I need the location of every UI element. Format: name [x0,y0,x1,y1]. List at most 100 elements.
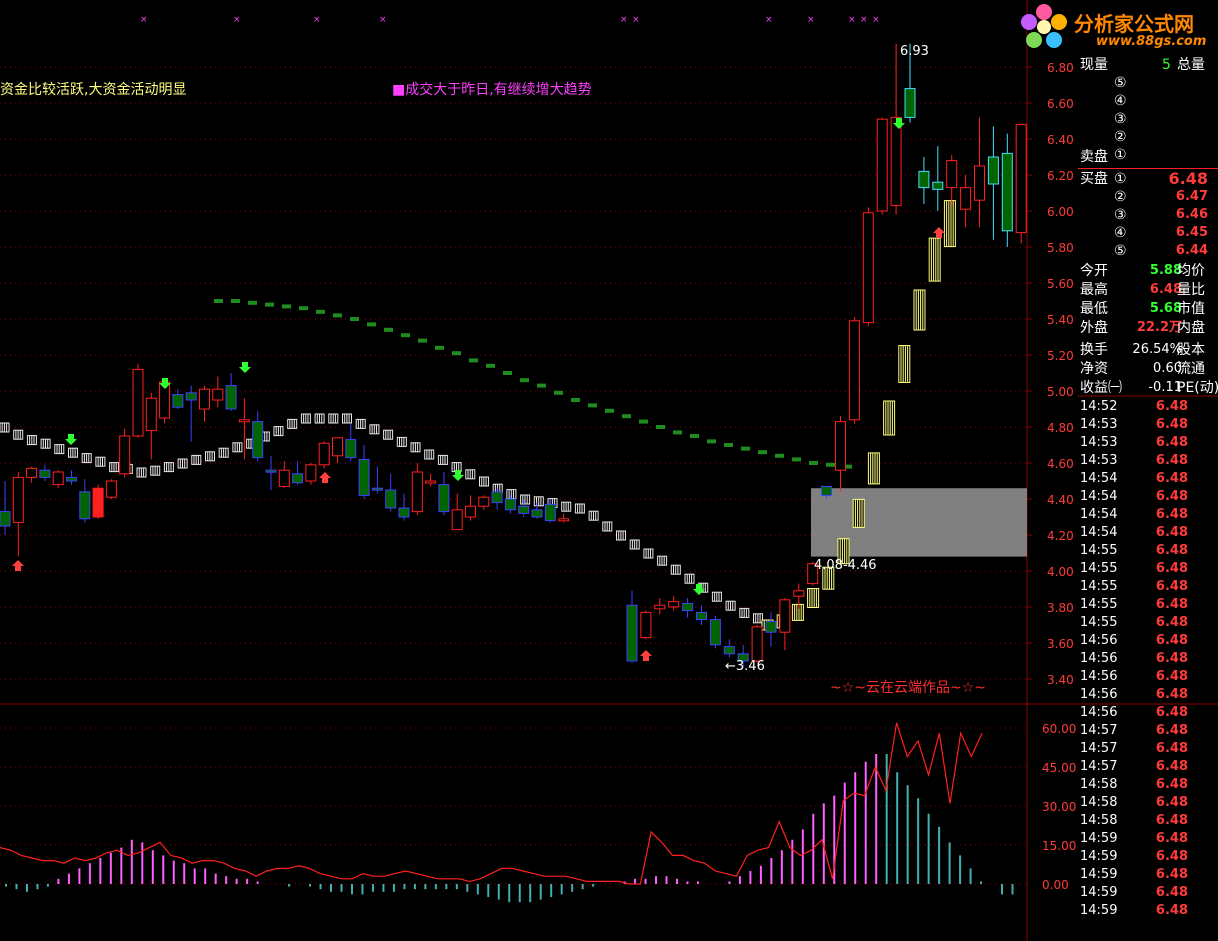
avg-yellow-step [943,200,956,248]
candle-body [398,507,410,518]
sell-level-row: ⑤ [1078,74,1218,92]
ma-green-dash [418,338,427,343]
trade-row: 14:59 6.48 [1078,848,1218,866]
stat-label-2: 量比 [1177,282,1205,298]
trade-time: 14:55 [1080,597,1118,612]
candle-body [544,503,556,522]
ma-green-dash [214,299,223,303]
trade-price: 6.48 [1155,543,1188,558]
sell-level-row: ④ [1078,92,1218,110]
stat-label: 今开 [1080,263,1108,279]
trade-time: 14:58 [1080,777,1118,792]
trade-price: 6.48 [1155,849,1188,864]
candle-body [358,458,370,496]
stat-row: 收益㈠ -0.11 PE(动) [1078,379,1218,397]
candle-body [478,496,490,507]
stat-label-2: 内盘 [1177,320,1205,336]
trade-row: 14:56 6.48 [1078,686,1218,704]
ma-green-dash [809,461,818,465]
buy-level-index: ② [1114,189,1127,205]
ma-green-dash [231,299,240,303]
trade-time: 14:55 [1080,561,1118,576]
trade-row: 14:53 6.48 [1078,434,1218,452]
avg-yellow-step [928,237,941,282]
trade-time: 14:58 [1080,813,1118,828]
logo-url: www.88gs.com [1096,34,1207,49]
candle-body [491,491,503,504]
indicator-tick-label: 30.00 [1042,800,1076,814]
trade-time: 14:57 [1080,741,1118,756]
ma-green-dash [452,351,461,356]
candle-body [199,388,210,410]
trade-price: 6.48 [1155,687,1188,702]
sell-level-row: ③ [1078,110,1218,128]
ma-green-dash [758,450,767,455]
trade-price: 6.48 [1155,579,1188,594]
ma-green-dash [248,300,257,305]
top-x-marker-icon: × [140,15,148,25]
candle-body [451,509,463,531]
candle-body [172,394,184,408]
buy-level-price: 6.44 [1175,243,1208,258]
trade-price: 6.48 [1155,633,1188,648]
trade-row: 14:55 6.48 [1078,596,1218,614]
ma-green-dash [775,453,784,458]
sell-level-index: ⑤ [1114,75,1127,91]
ma-green-dash [401,333,410,338]
buy-signal-down-arrow-icon [65,434,77,445]
ma-green-dash [673,430,682,435]
annotation-left: 资金比较活跃,大资金活动明显 [0,82,187,98]
candle-body [904,88,916,118]
buy-signal-down-arrow-icon [239,362,251,373]
ma-green-dash [554,390,563,395]
price-tick-label: 4.40 [1047,493,1074,507]
trade-price: 6.48 [1155,777,1188,792]
avg-yellow-step [807,588,820,608]
candle-body [132,368,144,437]
candle-body [682,602,694,612]
ma-green-dash [639,419,648,424]
top-x-marker-icon: × [807,15,815,25]
top-x-marker-icon: × [620,15,628,25]
trade-time: 14:52 [1080,399,1118,414]
trade-row: 14:55 6.48 [1078,542,1218,560]
sell-signal-up-arrow-icon [933,227,945,238]
top-x-marker-icon: × [313,15,321,25]
trade-time: 14:57 [1080,759,1118,774]
candle-body [848,320,860,421]
buy-level-price: 6.46 [1175,207,1208,222]
buy-level-price: 6.45 [1175,225,1208,240]
stat-label: 最高 [1080,282,1108,298]
trade-row: 14:52 6.48 [1078,398,1218,416]
trade-row: 14:54 6.48 [1078,506,1218,524]
trade-price: 6.48 [1155,525,1188,540]
candle-body [821,485,833,496]
trade-time: 14:55 [1080,579,1118,594]
low-price-label: ←3.46 [725,659,765,674]
stat-label: 收益㈠ [1080,380,1122,396]
stat-value: 22.2万 [1136,320,1182,335]
trade-price: 6.48 [1155,597,1188,612]
candle-body [105,480,117,498]
candle-body [411,471,423,513]
top-x-marker-icon: × [379,15,387,25]
logo: 分析家公式网 www.88gs.com [1018,2,1218,52]
sell-signal-up-arrow-icon [640,650,652,661]
trade-row: 14:59 6.48 [1078,884,1218,902]
trade-time: 14:54 [1080,525,1118,540]
candle-body [518,505,530,514]
trade-row: 14:58 6.48 [1078,776,1218,794]
candle-body [504,498,516,511]
ma-green-dash [656,425,665,429]
candle-body [278,469,290,487]
ma-green-dash [707,439,716,444]
candle-body [371,487,383,491]
trade-time: 14:53 [1080,453,1118,468]
buy-level-row: ③ 6.46 [1078,206,1218,224]
candle-body [145,397,157,432]
trade-row: 14:57 6.48 [1078,722,1218,740]
stat-value: 26.54% [1132,342,1182,357]
stat-row: 今开 5.88 均价 [1078,262,1218,280]
indicator-tick-label: 0.00 [1042,878,1069,892]
candle-body [265,469,277,473]
